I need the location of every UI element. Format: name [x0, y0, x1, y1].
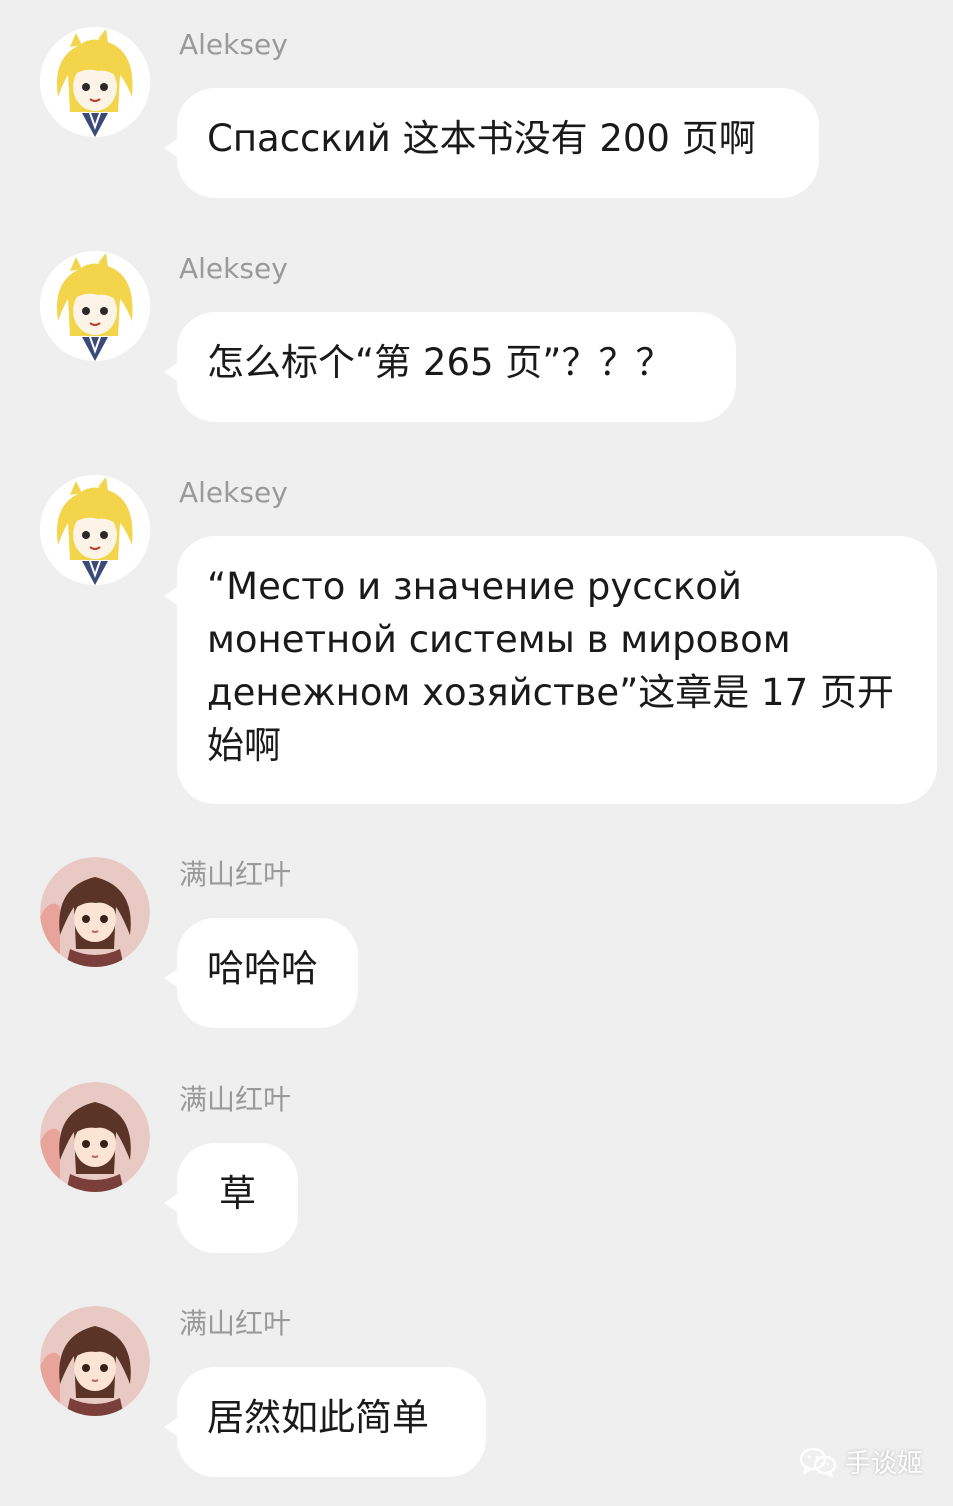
blonde-anime-avatar-icon — [40, 251, 150, 361]
sender-name: 满山红叶 — [179, 1307, 292, 1340]
brunette-anime-avatar-icon — [40, 857, 150, 967]
avatar[interactable] — [40, 1082, 150, 1192]
watermark: 手谈姬 — [799, 1443, 923, 1480]
chat-area[interactable]: Aleksey Спасский 这本书没有 200 页啊 Aleksey 怎么… — [0, 0, 953, 1506]
message-bubble[interactable]: “Место и значение русской монетной систе… — [177, 536, 937, 804]
chat-message: Aleksey Спасский 这本书没有 200 页啊 — [0, 25, 953, 205]
message-bubble[interactable]: 居然如此简单 — [177, 1367, 486, 1477]
message-bubble[interactable]: Спасский 这本书没有 200 页啊 — [177, 88, 819, 198]
sender-name: Aleksey — [179, 252, 288, 285]
avatar[interactable] — [40, 251, 150, 361]
brunette-anime-avatar-icon — [40, 1306, 150, 1416]
blonde-anime-avatar-icon — [40, 475, 150, 585]
message-bubble[interactable]: 哈哈哈 — [177, 918, 358, 1028]
message-bubble[interactable]: 草 — [177, 1143, 298, 1253]
blonde-anime-avatar-icon — [40, 27, 150, 137]
message-bubble[interactable]: 怎么标个“第 265 页”？？？ — [177, 312, 736, 422]
sender-name: Aleksey — [179, 28, 288, 61]
chat-message: Aleksey 怎么标个“第 265 页”？？？ — [0, 249, 953, 429]
watermark-text: 手谈姬 — [844, 1449, 923, 1479]
sender-name: 满山红叶 — [179, 858, 292, 891]
chat-message: 满山红叶 哈哈哈 — [0, 855, 953, 1035]
chat-message: 满山红叶 草 — [0, 1080, 953, 1260]
brunette-anime-avatar-icon — [40, 1082, 150, 1192]
avatar[interactable] — [40, 857, 150, 967]
sender-name: Aleksey — [179, 476, 288, 509]
avatar[interactable] — [40, 27, 150, 137]
avatar[interactable] — [40, 1306, 150, 1416]
avatar[interactable] — [40, 475, 150, 585]
chat-message: Aleksey “Место и значение русской монетн… — [0, 473, 953, 813]
wechat-icon — [799, 1447, 837, 1477]
sender-name: 满山红叶 — [179, 1083, 292, 1116]
